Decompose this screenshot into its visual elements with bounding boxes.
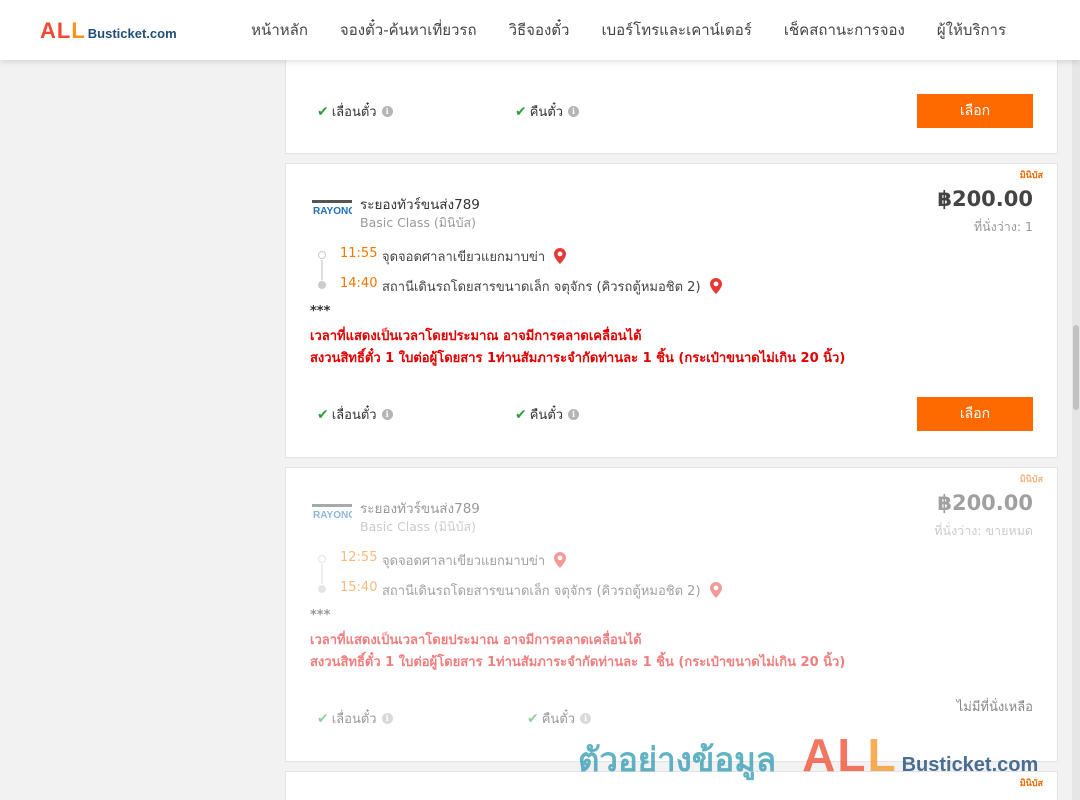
notice-time-estimate: เวลาที่แสดงเป็นเวลาโดยประมาณ อาจมีการคลา… xyxy=(310,633,642,648)
top-header: ALL Busticket.com หน้าหลัก จองตั๋ว-ค้นหา… xyxy=(0,0,1080,60)
nav-book-search[interactable]: จองตั๋ว-ค้นหาเที่ยวรถ xyxy=(324,18,493,42)
check-icon: ✔ xyxy=(515,406,527,423)
notice-luggage: สงวนสิทธิ์ตั๋ว 1 ใบต่อผู้โดยสาร 1ท่านสัม… xyxy=(310,351,846,366)
nav-check-booking[interactable]: เช็คสถานะการจอง xyxy=(768,18,921,42)
arrive-stop-label: สถานีเดินรถโดยสารขนาดเล็ก จตุจักร (คิวรถ… xyxy=(382,584,701,599)
arrive-time: 14:40 xyxy=(340,276,378,291)
notice-luggage: สงวนสิทธิ์ตั๋ว 1 ใบต่อผู้โดยสาร 1ท่านสัม… xyxy=(310,655,846,670)
check-icon: ✔ xyxy=(317,103,329,120)
info-icon[interactable]: i xyxy=(381,713,393,724)
notice-stars: *** xyxy=(310,608,331,623)
feature-refund-ticket: ✔ คืนตั๋ว i xyxy=(527,708,592,729)
nav-operators[interactable]: ผู้ให้บริการ xyxy=(921,18,1022,42)
watermark-logo-all: ALL xyxy=(802,729,898,781)
feature-change-label: เลื่อนตั๋ว xyxy=(331,105,377,120)
info-icon[interactable]: i xyxy=(568,106,580,117)
depart-stop-label: จุดจอดศาลาเขียวแยกมาบข่า xyxy=(382,250,546,265)
svg-text:RAYONG: RAYONG xyxy=(313,510,352,520)
operator-name: ระยองทัวร์ขนส่ง789 xyxy=(360,501,480,517)
seats-available: ที่นั่งว่าง: ขายหมด xyxy=(934,523,1033,538)
arrive-dot xyxy=(318,281,326,289)
feature-change-label: เลื่อนตั๋ว xyxy=(331,408,377,423)
bus-class: Basic Class (มินิบัส) xyxy=(360,215,477,230)
depart-time: 11:55 xyxy=(340,246,378,261)
depart-dot xyxy=(318,251,326,259)
arrive-dot xyxy=(318,585,326,593)
timeline-line xyxy=(321,564,323,584)
arrive-stop-label: สถานีเดินรถโดยสารขนาดเล็ก จตุจักร (คิวรถ… xyxy=(382,280,701,295)
feature-refund-label: คืนตั๋ว xyxy=(529,408,564,423)
map-pin-icon[interactable] xyxy=(554,248,567,264)
feature-refund-label: คืนตั๋ว xyxy=(529,105,564,120)
nav-how-to-book[interactable]: วิธีจองตั๋ว xyxy=(493,18,586,42)
feature-change-ticket: ✔ เลื่อนตั๋ว i xyxy=(317,404,393,425)
depart-stop: จุดจอดศาลาเขียวแยกมาบข่า xyxy=(382,246,567,267)
depart-stop: จุดจอดศาลาเขียวแยกมาบข่า xyxy=(382,550,567,571)
map-pin-icon[interactable] xyxy=(709,582,722,598)
operator-logo: RAYONG xyxy=(312,504,352,520)
check-icon: ✔ xyxy=(317,710,329,727)
depart-time: 12:55 xyxy=(340,550,378,565)
operator-name: ระยองทัวร์ขนส่ง789 xyxy=(360,197,480,213)
main-nav: หน้าหลัก จองตั๋ว-ค้นหาเที่ยวรถ วิธีจองตั… xyxy=(235,0,1022,60)
arrive-stop: สถานีเดินรถโดยสารขนาดเล็ก จตุจักร (คิวรถ… xyxy=(382,580,722,601)
nav-home[interactable]: หน้าหลัก xyxy=(235,18,324,42)
ticket-price: ฿200.00 xyxy=(937,187,1033,211)
arrive-time: 15:40 xyxy=(340,580,378,595)
check-icon: ✔ xyxy=(527,710,539,727)
trip-card-sold-out: มินิบัส RAYONG ระยองทัวร์ขนส่ง789 Basic … xyxy=(285,467,1058,762)
sample-data-watermark: ตัวอย่างข้อมูล ALL Busticket.com xyxy=(578,728,1038,786)
scrollbar-thumb[interactable] xyxy=(1073,325,1079,410)
feature-refund-ticket: ✔ คืนตั๋ว i xyxy=(515,404,580,425)
feature-refund-ticket: ✔ คืนตั๋ว i xyxy=(515,101,580,122)
notice-stars: *** xyxy=(310,304,331,319)
logo-rest-text: Busticket.com xyxy=(87,26,177,41)
check-icon: ✔ xyxy=(317,406,329,423)
feature-refund-label: คืนตั๋ว xyxy=(541,712,576,727)
trip-card: ✔ เลื่อนตั๋ว i ✔ คืนตั๋ว i เลือก xyxy=(285,56,1058,154)
site-logo[interactable]: ALL Busticket.com xyxy=(40,18,177,44)
feature-change-ticket: ✔ เลื่อนตั๋ว i xyxy=(317,708,393,729)
info-icon[interactable]: i xyxy=(580,713,592,724)
vehicle-type-badge: มินิบัส xyxy=(1019,475,1043,485)
feature-change-ticket: ✔ เลื่อนตั๋ว i xyxy=(317,101,393,122)
feature-change-label: เลื่อนตั๋ว xyxy=(331,712,377,727)
nav-contact-counters[interactable]: เบอร์โทรและเคาน์เตอร์ xyxy=(585,18,767,42)
map-pin-icon[interactable] xyxy=(554,552,567,568)
page-scrollbar[interactable] xyxy=(1072,0,1080,800)
select-button[interactable]: เลือก xyxy=(917,94,1033,128)
bus-class: Basic Class (มินิบัส) xyxy=(360,519,477,534)
select-button[interactable]: เลือก xyxy=(917,397,1033,431)
logo-all-text: ALL xyxy=(40,18,86,43)
depart-stop-label: จุดจอดศาลาเขียวแยกมาบข่า xyxy=(382,554,546,569)
depart-dot xyxy=(318,555,326,563)
watermark-thai-text: ตัวอย่างข้อมูล xyxy=(578,740,777,779)
svg-text:RAYONG: RAYONG xyxy=(313,206,352,216)
watermark-logo-rest: Busticket.com xyxy=(901,754,1039,776)
seats-available: ที่นั่งว่าง: 1 xyxy=(973,219,1033,234)
notice-time-estimate: เวลาที่แสดงเป็นเวลาโดยประมาณ อาจมีการคลา… xyxy=(310,329,642,344)
operator-logo: RAYONG xyxy=(312,200,352,216)
arrive-stop: สถานีเดินรถโดยสารขนาดเล็ก จตุจักร (คิวรถ… xyxy=(382,276,722,297)
info-icon[interactable]: i xyxy=(381,106,393,117)
timeline-line xyxy=(321,260,323,280)
vehicle-type-badge: มินิบัส xyxy=(1019,171,1043,181)
map-pin-icon[interactable] xyxy=(709,278,722,294)
trip-card: มินิบัส RAYONG ระยองทัวร์ขนส่ง789 Basic … xyxy=(285,163,1058,458)
info-icon[interactable]: i xyxy=(381,409,393,420)
info-icon[interactable]: i xyxy=(568,409,580,420)
no-seats-left-text: ไม่มีที่นั่งเหลือ xyxy=(956,700,1033,715)
check-icon: ✔ xyxy=(515,103,527,120)
ticket-price: ฿200.00 xyxy=(937,491,1033,515)
